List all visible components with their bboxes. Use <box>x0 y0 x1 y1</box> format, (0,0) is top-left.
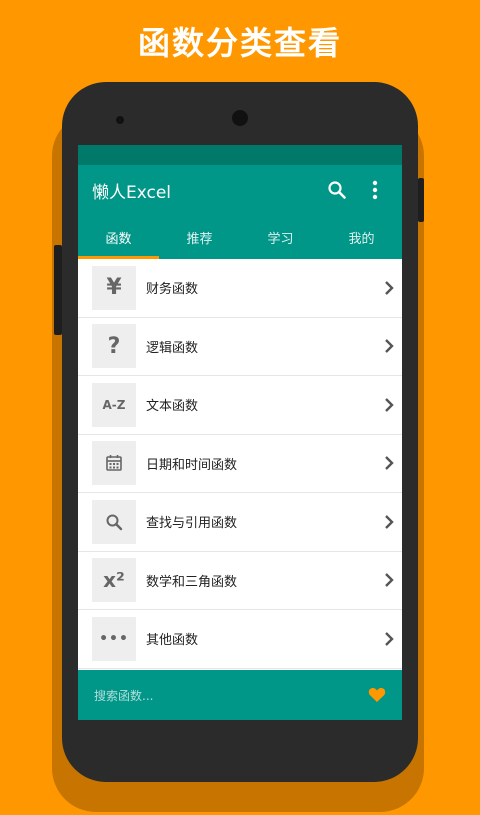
chevron-right-icon <box>385 631 394 646</box>
proximity-sensor <box>116 116 124 124</box>
promo-title: 函数分类查看 <box>137 24 342 62</box>
app-bar: 懒人Excel <box>78 165 402 215</box>
heart-icon[interactable] <box>368 687 386 703</box>
tab-bar: 函数 推荐 学习 我的 <box>78 215 402 259</box>
x-squared-icon: x² <box>92 558 136 603</box>
category-label: 其他函数 <box>146 633 199 649</box>
category-financial[interactable]: ¥ 财务函数 <box>78 259 402 318</box>
category-datetime[interactable]: 日期和时间函数 <box>78 435 402 493</box>
more-icon: ••• <box>92 616 136 661</box>
tab-learn[interactable]: 学习 <box>240 215 321 259</box>
category-label: 查找与引用函数 <box>146 516 238 532</box>
overflow-menu-button[interactable] <box>362 177 388 203</box>
app-screen: 懒人Excel 函数 推荐 学习 我的 ¥ 财务函数 ? 逻辑函数 A-Z 文本… <box>78 145 402 720</box>
calendar-icon <box>92 441 136 486</box>
category-label: 文本函数 <box>146 399 199 415</box>
category-label: 逻辑函数 <box>146 340 199 356</box>
search-icon <box>328 181 346 199</box>
chevron-right-icon <box>385 514 394 529</box>
chevron-right-icon <box>385 339 394 354</box>
category-list: ¥ 财务函数 ? 逻辑函数 A-Z 文本函数 日期和时间函数 查找与引用函数 x… <box>78 259 402 669</box>
category-label: 财务函数 <box>146 282 199 298</box>
category-label: 数学和三角函数 <box>146 574 238 590</box>
volume-button <box>54 245 62 335</box>
yen-icon: ¥ <box>92 265 136 310</box>
category-math[interactable]: x² 数学和三角函数 <box>78 552 402 610</box>
tab-recommended[interactable]: 推荐 <box>159 215 240 259</box>
status-bar <box>78 145 402 165</box>
category-other[interactable]: ••• 其他函数 <box>78 610 402 669</box>
chevron-right-icon <box>385 573 394 588</box>
chevron-right-icon <box>385 397 394 412</box>
question-icon: ? <box>92 324 136 369</box>
front-camera <box>232 110 248 126</box>
chevron-right-icon <box>385 280 394 295</box>
tab-functions[interactable]: 函数 <box>78 215 159 259</box>
category-lookup[interactable]: 查找与引用函数 <box>78 493 402 552</box>
tab-mine[interactable]: 我的 <box>321 215 402 259</box>
search-icon <box>92 499 136 544</box>
az-icon: A-Z <box>92 382 136 427</box>
function-search-input[interactable]: 搜索函数... <box>94 687 368 704</box>
chevron-right-icon <box>385 456 394 471</box>
app-title: 懒人Excel <box>92 182 172 203</box>
category-label: 日期和时间函数 <box>146 457 238 473</box>
bottom-search-bar: 搜索函数... <box>78 670 402 720</box>
more-vert-icon <box>372 180 378 200</box>
category-text[interactable]: A-Z 文本函数 <box>78 376 402 435</box>
power-button <box>418 178 424 222</box>
category-logical[interactable]: ? 逻辑函数 <box>78 318 402 376</box>
search-button[interactable] <box>324 177 350 203</box>
